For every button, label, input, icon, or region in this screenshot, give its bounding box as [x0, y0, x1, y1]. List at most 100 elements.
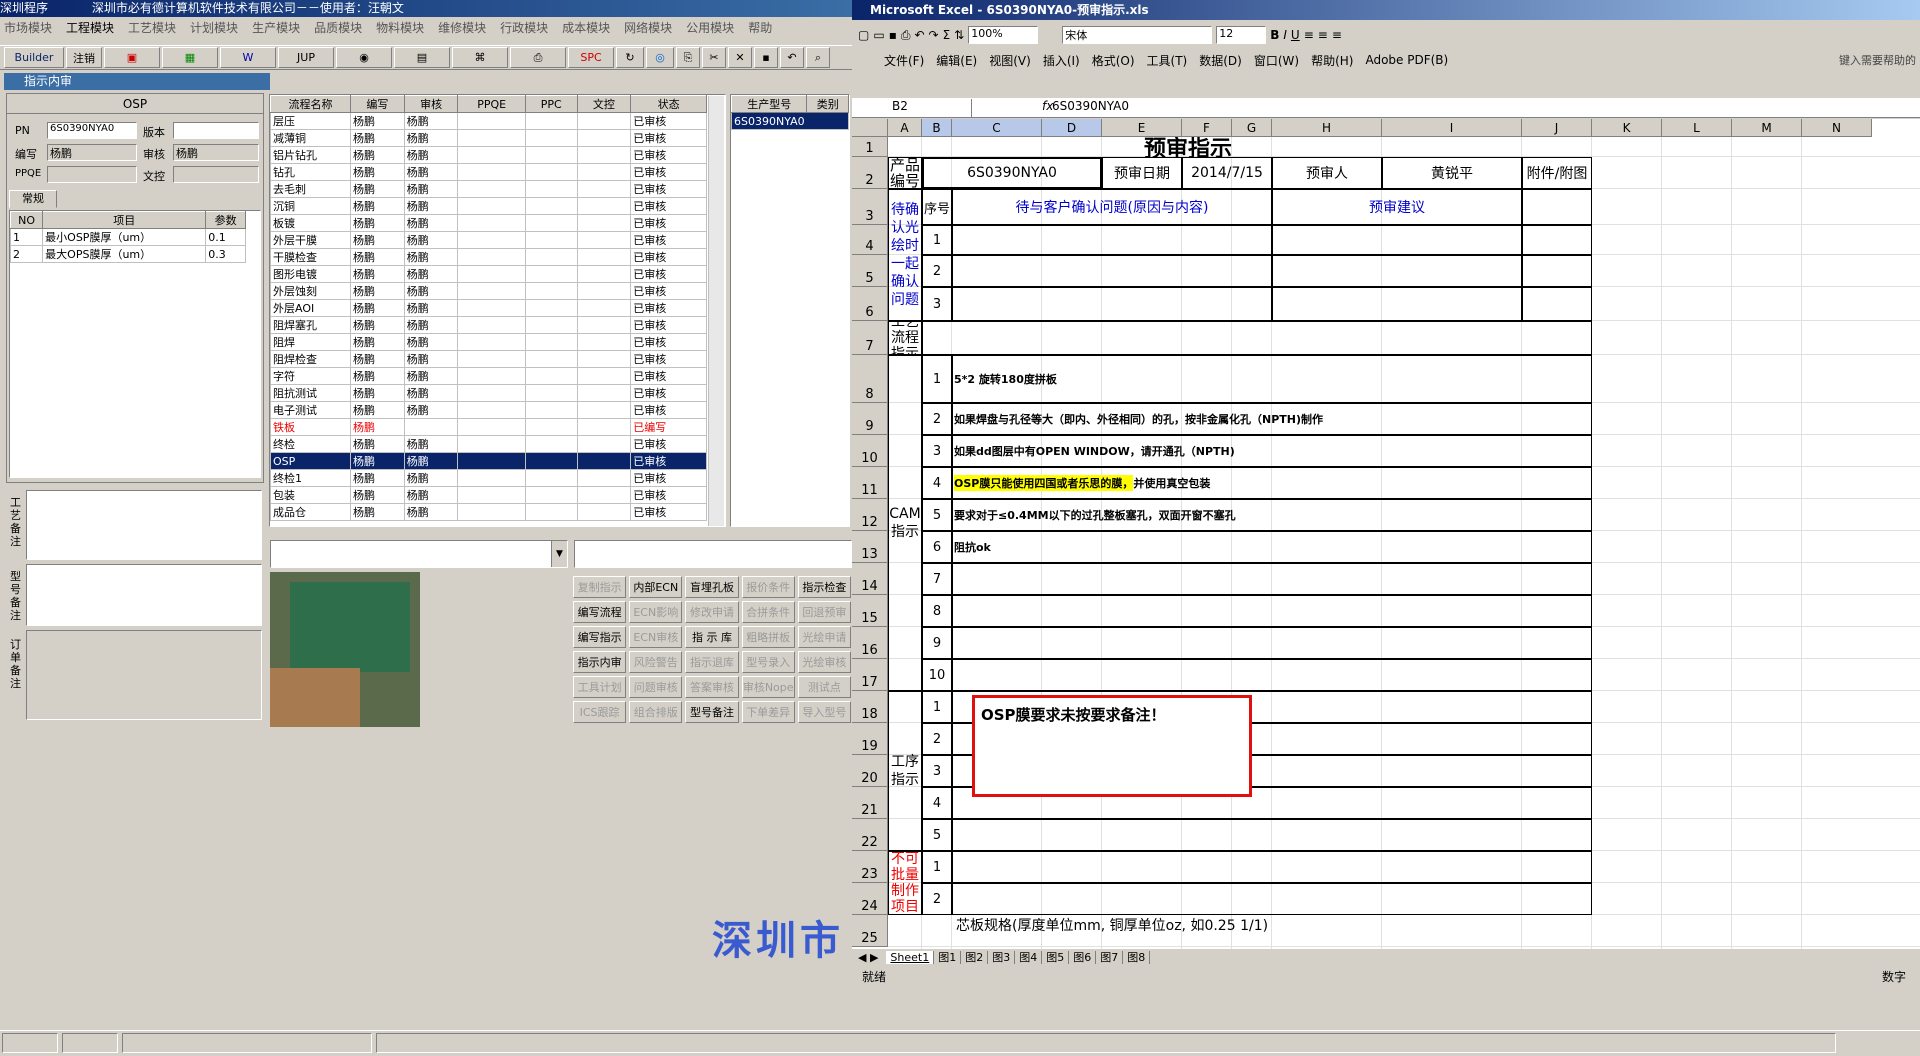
column-header[interactable]: D — [1042, 119, 1102, 137]
process-label[interactable]: 工艺流程指示 — [888, 321, 922, 355]
excel-icon[interactable]: ▦ — [162, 47, 218, 68]
row-header[interactable]: 24 — [852, 883, 888, 915]
table-row[interactable]: 包装 杨鹏 杨鹏 已审核 — [270, 486, 707, 504]
action-button-13[interactable]: 粗略拼板 — [741, 626, 795, 648]
model-item[interactable]: 6S0390NYA0 — [731, 112, 849, 130]
ppqe-field[interactable] — [47, 166, 137, 183]
menu-item-6[interactable]: 物料模块 — [376, 19, 424, 36]
table-row[interactable]: 阻焊塞孔 杨鹏 杨鹏 已审核 — [270, 316, 707, 334]
row-header[interactable]: 11 — [852, 467, 888, 499]
row-header[interactable]: 7 — [852, 321, 888, 355]
action-button-12[interactable]: 指 示 库 — [685, 626, 739, 648]
size-select[interactable]: 12 — [1216, 26, 1267, 44]
column-header[interactable]: F — [1182, 119, 1232, 137]
order-note-field[interactable] — [26, 630, 262, 720]
bold-button[interactable]: B — [1270, 28, 1279, 42]
suggestion-header[interactable]: 预审建议 — [1272, 189, 1522, 225]
row-header[interactable]: 15 — [852, 595, 888, 627]
action-button-11[interactable]: ECN审核 — [629, 626, 683, 648]
action-button-0[interactable]: 复制指示 — [573, 576, 627, 598]
cam-seq[interactable]: 8 — [922, 595, 952, 627]
seq-number[interactable]: 2 — [922, 255, 952, 287]
forbid-seq[interactable]: 2 — [922, 883, 952, 915]
undo-icon[interactable]: ↶ — [780, 47, 804, 68]
globe-icon[interactable]: ◎ — [646, 47, 674, 68]
sheet-tab-7[interactable]: 图7 — [1096, 951, 1124, 964]
table-row[interactable]: OSP 杨鹏 杨鹏 已审核 — [270, 452, 707, 470]
name-box[interactable]: B2 — [852, 99, 972, 117]
action-button-16[interactable]: 风险警告 — [629, 651, 683, 673]
action-button-8[interactable]: 合拼条件 — [741, 601, 795, 623]
row-header[interactable]: 20 — [852, 755, 888, 787]
pn-field[interactable]: 6S0390NYA0 — [47, 122, 137, 139]
sort-icon[interactable]: ⇅ — [954, 28, 964, 42]
table-row[interactable]: 电子测试 杨鹏 杨鹏 已审核 — [270, 401, 707, 419]
model-note-field[interactable] — [26, 564, 262, 626]
font-select[interactable]: 宋体 — [1062, 26, 1213, 44]
tab-nav-icon[interactable]: ◀ ▶ — [858, 951, 878, 964]
column-header[interactable]: L — [1662, 119, 1732, 137]
action-button-5[interactable]: 编写流程 — [573, 601, 627, 623]
writer-field[interactable]: 杨鹏 — [47, 144, 137, 161]
cam-seq[interactable]: 7 — [922, 563, 952, 595]
excel-menu-9[interactable]: Adobe PDF(B) — [1365, 53, 1448, 67]
menu-item-2[interactable]: 工艺模块 — [128, 19, 176, 36]
menu-item-3[interactable]: 计划模块 — [190, 19, 238, 36]
excel-menu-6[interactable]: 数据(D) — [1199, 52, 1242, 69]
menu-item-10[interactable]: 网络模块 — [624, 19, 672, 36]
product-label[interactable]: 产品编号 — [888, 157, 922, 189]
sheet-tab-5[interactable]: 图5 — [1042, 951, 1070, 964]
action-button-1[interactable]: 内部ECN — [629, 576, 683, 598]
doc-field[interactable] — [173, 166, 259, 183]
excel-menu-5[interactable]: 工具(T) — [1147, 52, 1188, 69]
table-row[interactable]: 板镀 杨鹏 杨鹏 已审核 — [270, 214, 707, 232]
question-header[interactable]: 待与客户确认问题(原因与内容) — [952, 189, 1272, 225]
menu-item-1[interactable]: 工程模块 — [66, 19, 114, 36]
forbid-seq[interactable]: 1 — [922, 851, 952, 883]
action-button-27[interactable]: 型号备注 — [685, 701, 739, 723]
table-row[interactable]: 终检 杨鹏 杨鹏 已审核 — [270, 435, 707, 453]
italic-button[interactable]: I — [1283, 28, 1287, 42]
action-button-15[interactable]: 指示内审 — [573, 651, 627, 673]
column-header[interactable]: J — [1522, 119, 1592, 137]
book-icon[interactable]: ▤ — [394, 47, 450, 68]
column-header[interactable]: K — [1592, 119, 1662, 137]
menu-item-0[interactable]: 市场模块 — [4, 19, 52, 36]
search-icon[interactable]: ⌕ — [806, 47, 830, 68]
sheet-heading[interactable]: 预审指示 — [888, 137, 1488, 157]
step-seq[interactable]: 5 — [922, 819, 952, 851]
cam-item-2[interactable]: 如果焊盘与孔径等大（即内、外径相同）的孔，按非金属化孔（NPTH)制作 — [952, 403, 1592, 435]
jup-button[interactable]: JUP — [278, 47, 334, 68]
table-row[interactable]: 沉铜 杨鹏 杨鹏 已审核 — [270, 197, 707, 215]
cam-seq[interactable]: 4 — [922, 467, 952, 499]
align-right-icon[interactable]: ≡ — [1332, 28, 1342, 42]
reviewer[interactable]: 黄锐平 — [1382, 157, 1522, 189]
action-button-7[interactable]: 修改申请 — [685, 601, 739, 623]
row-header[interactable]: 19 — [852, 723, 888, 755]
action-button-21[interactable]: 问题审核 — [629, 676, 683, 698]
step-seq[interactable]: 3 — [922, 755, 952, 787]
sum-icon[interactable]: Σ — [943, 28, 951, 42]
table-row[interactable]: 终检1 杨鹏 杨鹏 已审核 — [270, 469, 707, 487]
menu-item-5[interactable]: 品质模块 — [314, 19, 362, 36]
column-header[interactable]: H — [1272, 119, 1382, 137]
column-header[interactable]: N — [1802, 119, 1872, 137]
align-left-icon[interactable]: ≡ — [1304, 28, 1314, 42]
sheet-tab-4[interactable]: 图4 — [1015, 951, 1043, 964]
excel-menu-7[interactable]: 窗口(W) — [1254, 52, 1299, 69]
cam-item-9[interactable] — [952, 627, 1592, 659]
column-header[interactable]: E — [1102, 119, 1182, 137]
align-center-icon[interactable]: ≡ — [1318, 28, 1328, 42]
row-header[interactable]: 3 — [852, 189, 888, 225]
column-header[interactable]: I — [1382, 119, 1522, 137]
network-icon[interactable]: ⌘ — [452, 47, 508, 68]
column-header[interactable]: B — [922, 119, 952, 137]
action-button-26[interactable]: 组合排版 — [629, 701, 683, 723]
sheet-tab-1[interactable]: 图1 — [934, 951, 962, 964]
review-date[interactable]: 2014/7/15 — [1182, 157, 1272, 189]
row-header[interactable]: 4 — [852, 225, 888, 255]
table-row[interactable]: 铁板 杨鹏 已编写 — [270, 418, 707, 436]
copy-icon[interactable]: ⎘ — [676, 47, 700, 68]
action-button-23[interactable]: 审核Nope — [741, 676, 795, 698]
confirm-label[interactable]: 待确认光绘时一起确认问题 — [888, 189, 922, 321]
